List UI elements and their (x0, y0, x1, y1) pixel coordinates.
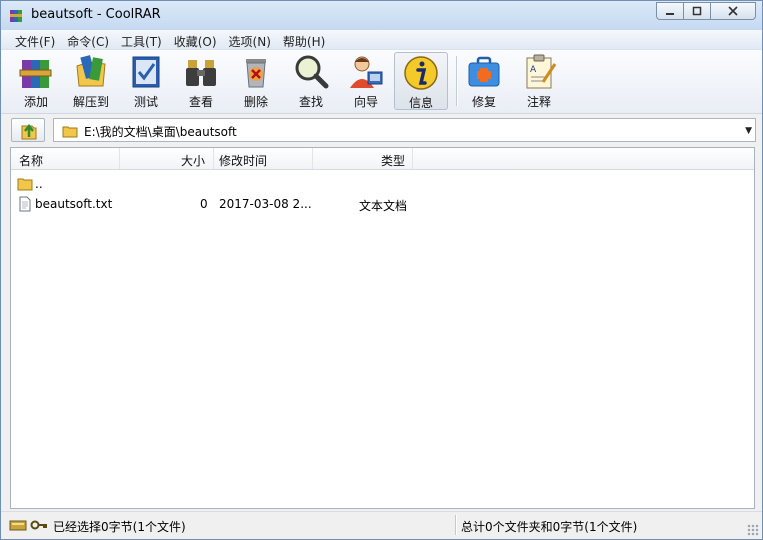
delete-label: 删除 (243, 95, 268, 109)
file-size: 0 (200, 197, 208, 211)
caption-buttons (656, 2, 756, 20)
column-divider[interactable] (412, 148, 413, 169)
winrar-books-icon (10, 10, 22, 22)
column-divider[interactable] (213, 148, 214, 169)
view-label: 查看 (188, 95, 213, 109)
delete-icon (246, 59, 266, 88)
comment-button[interactable]: A 注释 (512, 52, 566, 110)
list-item[interactable]: beautsoft.txt 0 2017-03-08 2... 文本文档 (11, 194, 754, 214)
column-divider[interactable] (119, 148, 120, 169)
column-name[interactable]: 名称 (19, 152, 43, 169)
column-divider[interactable] (312, 148, 313, 169)
column-size[interactable]: 大小 (181, 152, 205, 169)
resize-grip[interactable] (747, 524, 759, 536)
menu-bar: 文件(F) 命令(C) 工具(T) 收藏(O) 选项(N) 帮助(H) (1, 30, 762, 50)
status-total: 总计0个文件夹和0字节(1个文件) (461, 520, 638, 534)
find-button[interactable]: 查找 (284, 52, 338, 110)
delete-button[interactable]: 删除 (229, 52, 283, 110)
wizard-icon (350, 56, 383, 88)
up-arrow-icon (21, 123, 37, 140)
info-label: 信息 (408, 96, 433, 110)
maximize-button[interactable] (683, 2, 710, 20)
window-title: beautsoft - CoolRAR (31, 7, 161, 22)
test-icon (132, 56, 160, 88)
chevron-down-icon[interactable]: ▼ (745, 126, 752, 136)
address-bar: E:\我的文档\桌面\beautsoft ▼ (1, 115, 762, 145)
svg-text:A: A (530, 65, 537, 75)
extract-to-icon (76, 55, 106, 87)
list-item[interactable]: .. (11, 174, 754, 194)
wizard-label: 向导 (353, 95, 378, 109)
test-label: 测试 (133, 95, 158, 109)
info-button[interactable]: 信息 (394, 52, 448, 110)
column-type[interactable]: 类型 (381, 152, 405, 169)
repair-button[interactable]: 修复 (457, 52, 511, 110)
up-folder-button[interactable] (11, 118, 45, 142)
status-icons (9, 518, 48, 532)
column-modified[interactable]: 修改时间 (219, 152, 267, 169)
view-button[interactable]: 查看 (174, 52, 228, 110)
toolbar: 添加 解压到 测试 查看 删除 查找 向导 信息 修复 A 注释 (1, 50, 762, 114)
view-binoculars-icon (186, 60, 216, 86)
add-button[interactable]: 添加 (9, 52, 63, 110)
find-magnifier-icon (295, 55, 329, 89)
folder-icon (62, 126, 78, 138)
repair-label: 修复 (471, 95, 496, 109)
minimize-icon (666, 13, 674, 15)
comment-label: 注释 (526, 95, 551, 109)
add-label: 添加 (23, 95, 48, 109)
file-modified: 2017-03-08 2... (219, 197, 312, 211)
minimize-button[interactable] (656, 2, 683, 20)
status-bar: 已经选择0字节(1个文件) 总计0个文件夹和0字节(1个文件) (1, 511, 762, 539)
coolrar-window: beautsoft - CoolRAR 文件(F) 命令(C) 工具(T) 收藏… (0, 0, 763, 540)
close-icon (728, 6, 738, 16)
file-name: beautsoft.txt (35, 197, 113, 211)
folder-up-icon (17, 178, 33, 191)
key-icon[interactable] (30, 518, 48, 532)
status-selection: 已经选择0字节(1个文件) (53, 520, 186, 534)
test-button[interactable]: 测试 (119, 52, 173, 110)
title-bar[interactable]: beautsoft - CoolRAR (1, 1, 762, 30)
text-file-icon (19, 196, 31, 212)
column-header: 名称 大小 修改时间 类型 (11, 148, 754, 170)
maximize-icon (692, 6, 702, 16)
close-button[interactable] (710, 2, 756, 20)
repair-icon (468, 56, 500, 87)
menu-favorites[interactable]: 收藏(O) (168, 30, 223, 49)
drive-icon[interactable] (9, 518, 27, 532)
extract-to-button[interactable]: 解压到 (64, 52, 118, 110)
menu-file[interactable]: 文件(F) (9, 30, 61, 49)
file-list: 名称 大小 修改时间 类型 .. beautsoft.txt 0 2017-03… (10, 147, 755, 509)
menu-commands[interactable]: 命令(C) (61, 30, 115, 49)
file-name: .. (35, 177, 43, 191)
extract-to-label: 解压到 (72, 95, 109, 109)
status-divider (455, 515, 457, 535)
path-text: E:\我的文档\桌面\beautsoft (84, 125, 237, 139)
menu-help[interactable]: 帮助(H) (277, 30, 331, 49)
file-type: 文本文档 (359, 199, 408, 213)
menu-options[interactable]: 选项(N) (223, 30, 277, 49)
menu-tools[interactable]: 工具(T) (115, 30, 168, 49)
info-icon (404, 56, 438, 90)
path-combobox[interactable]: E:\我的文档\桌面\beautsoft ▼ (53, 118, 756, 142)
wizard-button[interactable]: 向导 (339, 52, 393, 110)
comment-icon: A (526, 54, 557, 89)
add-archive-icon (19, 60, 52, 88)
find-label: 查找 (298, 95, 323, 109)
